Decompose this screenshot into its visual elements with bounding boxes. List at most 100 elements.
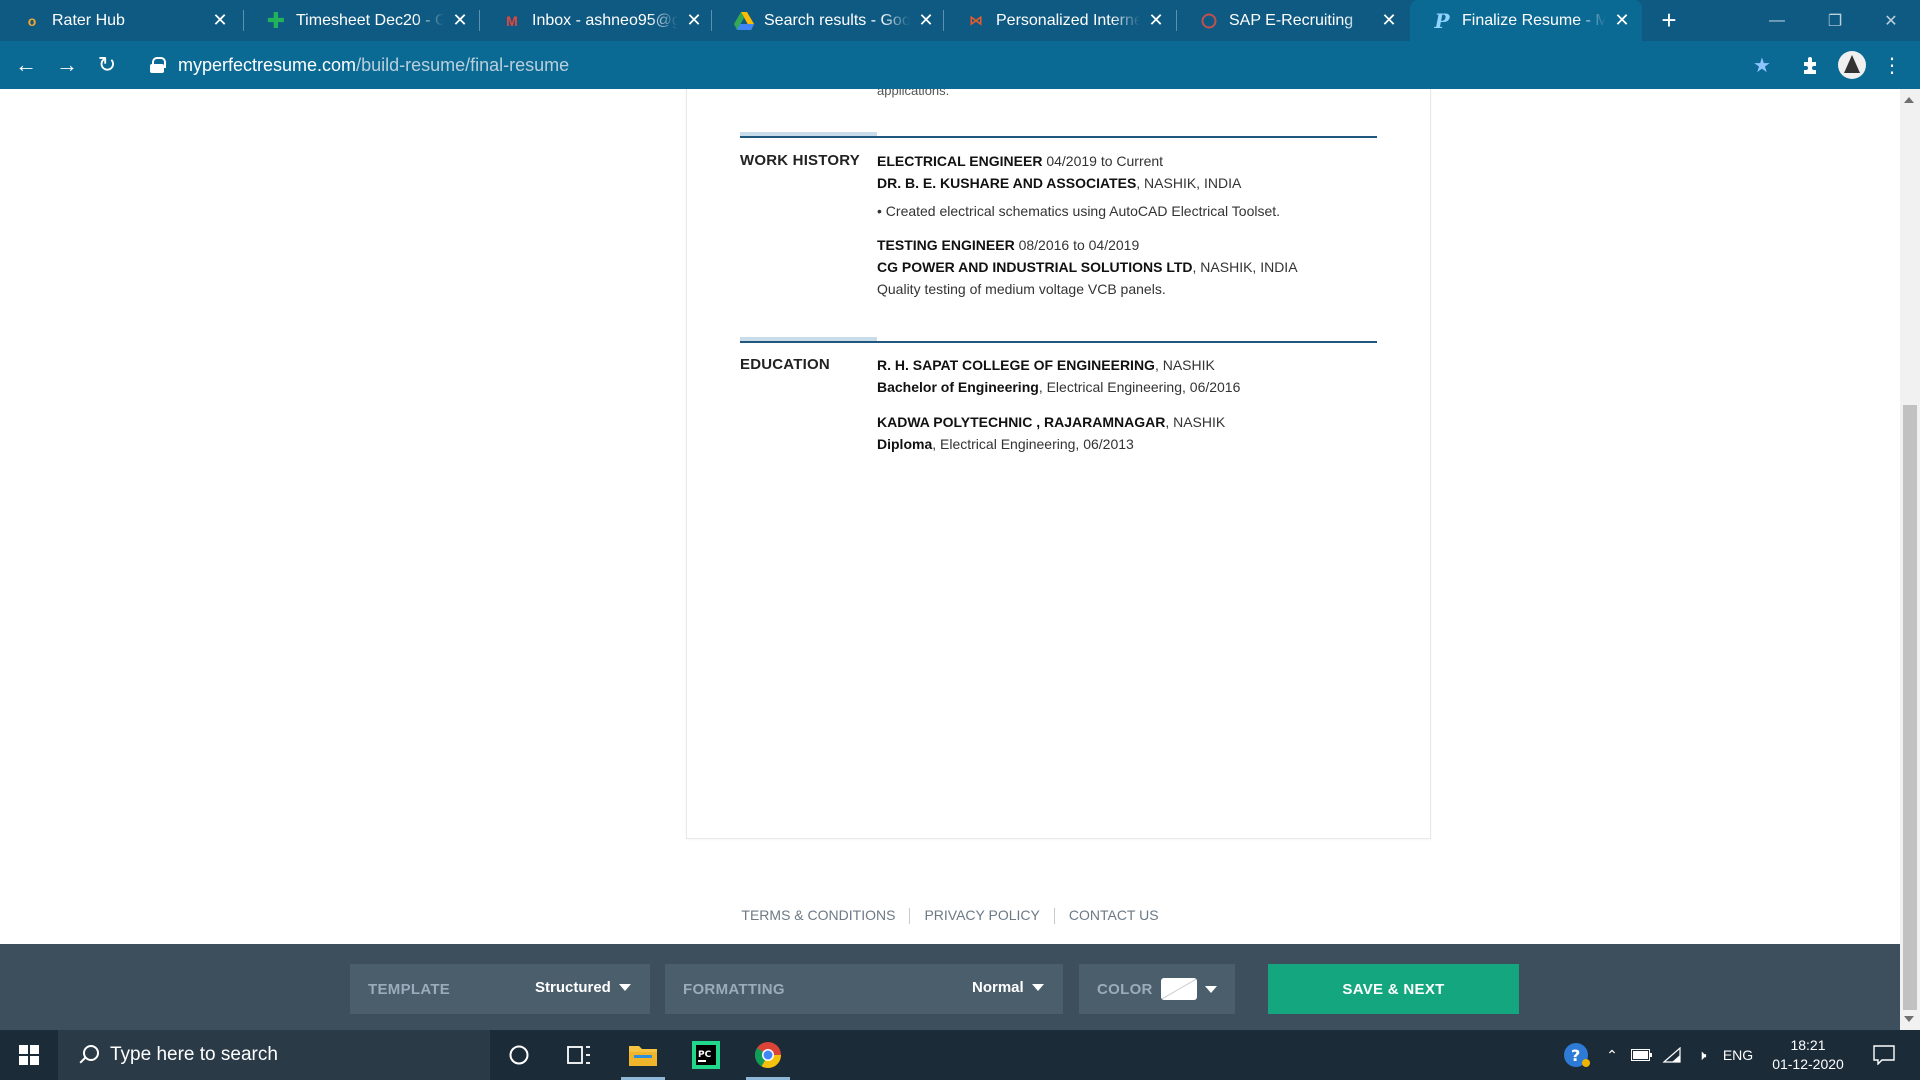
caret-down-icon bbox=[1205, 985, 1217, 993]
minimize-button[interactable]: — bbox=[1748, 0, 1806, 41]
job-detail: • Created electrical schematics using Au… bbox=[877, 203, 1281, 219]
scroll-thumb[interactable] bbox=[1903, 405, 1917, 1010]
google-sheets-icon: ✚ bbox=[266, 7, 286, 33]
job-title: TESTING ENGINEER bbox=[877, 237, 1015, 253]
scroll-down-icon[interactable] bbox=[1904, 1016, 1914, 1022]
school-location: , NASHIK bbox=[1154, 357, 1215, 373]
close-icon[interactable]: ✕ bbox=[450, 10, 470, 31]
contact-link[interactable]: CONTACT US bbox=[1055, 907, 1173, 924]
chrome-icon bbox=[754, 1042, 782, 1069]
svg-text:?: ? bbox=[1571, 1046, 1580, 1065]
close-icon[interactable]: ✕ bbox=[916, 10, 936, 31]
start-button[interactable] bbox=[0, 1030, 58, 1080]
pycharm-icon: PC bbox=[692, 1041, 720, 1069]
tab-search-results[interactable]: Search results - Google ✕ bbox=[712, 0, 946, 41]
school-location: , NASHIK bbox=[1165, 414, 1226, 430]
tab-inbox[interactable]: M Inbox - ashneo95@gm ✕ bbox=[480, 0, 714, 41]
color-selector[interactable]: COLOR bbox=[1079, 964, 1235, 1014]
windows-logo-icon bbox=[19, 1045, 39, 1065]
tab-timesheet[interactable]: ✚ Timesheet Dec20 - Goo ✕ bbox=[244, 0, 480, 41]
arrow-right-icon: → bbox=[56, 52, 78, 77]
job-detail: Quality testing of medium voltage VCB pa… bbox=[877, 281, 1166, 297]
cortana-circle-icon bbox=[509, 1045, 529, 1065]
close-icon[interactable]: ✕ bbox=[684, 10, 704, 31]
job-dates: 04/2019 to Current bbox=[1042, 153, 1164, 169]
color-swatch bbox=[1161, 978, 1197, 1000]
terms-link[interactable]: TERMS & CONDITIONS bbox=[727, 907, 909, 924]
tab-personalized-internet[interactable]: ⋈ Personalized Internet A ✕ bbox=[944, 0, 1176, 41]
school-name: KADWA POLYTECHNIC , RAJARAMNAGAR bbox=[877, 414, 1166, 430]
new-tab-button[interactable]: + bbox=[1656, 7, 1682, 34]
tab-sap-e-recruiting[interactable]: SAP E-Recruiting ✕ bbox=[1177, 0, 1409, 41]
save-next-button[interactable]: SAVE & NEXT bbox=[1268, 964, 1519, 1014]
taskbar-search[interactable]: Type here to search bbox=[58, 1030, 490, 1080]
chrome-app[interactable] bbox=[742, 1030, 794, 1080]
tab-title: Finalize Resume - My P bbox=[1462, 11, 1606, 29]
formatting-selector[interactable]: FORMATTING Normal bbox=[665, 964, 1063, 1014]
language-indicator[interactable]: ENG bbox=[1718, 1030, 1758, 1080]
job-location: , NASHIK, INDIA bbox=[1136, 175, 1242, 191]
browser-toolbar: ← → ↻ myperfectresume.com /build-resume/… bbox=[0, 41, 1920, 89]
system-clock[interactable]: 18:21 01-12-2020 bbox=[1758, 1036, 1858, 1074]
template-selector[interactable]: TEMPLATE Structured bbox=[350, 964, 650, 1014]
footer-links: TERMS & CONDITIONS PRIVACY POLICY CONTAC… bbox=[0, 907, 1900, 924]
resume-editor-bar: TEMPLATE Structured FORMATTING Normal CO… bbox=[0, 944, 1900, 1030]
back-button[interactable]: ← bbox=[12, 51, 40, 79]
reload-button[interactable]: ↻ bbox=[93, 51, 121, 79]
tab-title: Search results - Google bbox=[764, 11, 910, 29]
notifications-icon[interactable] bbox=[1864, 1030, 1904, 1080]
education-heading: EDUCATION bbox=[740, 356, 830, 373]
work-history-heading: WORK HISTORY bbox=[740, 152, 860, 169]
tab-title: SAP E-Recruiting bbox=[1229, 11, 1354, 29]
myperfectresume-icon: P bbox=[1434, 8, 1450, 33]
caret-down-icon bbox=[618, 984, 631, 991]
file-explorer-app[interactable] bbox=[617, 1030, 669, 1080]
restore-button[interactable]: ❐ bbox=[1806, 0, 1864, 41]
job-company-line: CG POWER AND INDUSTRIAL SOLUTIONS LTD, N… bbox=[877, 259, 1298, 275]
resume-preview bbox=[686, 89, 1431, 839]
bookmark-star-icon[interactable]: ★ bbox=[1748, 51, 1776, 79]
menu-kebab-icon[interactable]: ⋮ bbox=[1878, 51, 1906, 79]
close-icon[interactable]: ✕ bbox=[1612, 10, 1632, 31]
help-tray-icon[interactable]: ? bbox=[1560, 1030, 1594, 1080]
degree-line: Diploma, Electrical Engineering, 06/2013 bbox=[877, 436, 1134, 452]
extensions-icon[interactable] bbox=[1797, 51, 1825, 79]
section-divider bbox=[740, 337, 1377, 343]
close-icon[interactable]: ✕ bbox=[210, 10, 230, 31]
forward-button[interactable]: → bbox=[53, 51, 81, 79]
close-icon[interactable]: ✕ bbox=[1146, 10, 1166, 31]
wifi-icon[interactable] bbox=[1658, 1030, 1686, 1080]
sap-icon bbox=[1199, 11, 1219, 31]
section-divider bbox=[740, 132, 1377, 138]
job-company: CG POWER AND INDUSTRIAL SOLUTIONS LTD bbox=[877, 259, 1193, 275]
clock-time: 18:21 bbox=[1790, 1037, 1826, 1053]
pycharm-app[interactable]: PC bbox=[680, 1030, 732, 1080]
personalized-internet-icon: ⋈ bbox=[969, 12, 983, 28]
tab-title: Personalized Internet A bbox=[996, 11, 1140, 29]
tab-finalize-resume[interactable]: P Finalize Resume - My P ✕ bbox=[1410, 0, 1642, 41]
google-drive-icon bbox=[734, 11, 754, 31]
rater-hub-icon: o bbox=[27, 12, 37, 29]
task-view-button[interactable] bbox=[553, 1030, 605, 1080]
close-icon[interactable]: ✕ bbox=[1379, 10, 1399, 31]
job-title: ELECTRICAL ENGINEER bbox=[877, 153, 1043, 169]
tab-rater-hub[interactable]: o Rater Hub ✕ bbox=[0, 0, 240, 41]
profile-avatar[interactable] bbox=[1838, 51, 1866, 79]
volume-muted-icon[interactable]: 🕨 bbox=[1688, 1030, 1716, 1080]
job-company: DR. B. E. KUSHARE AND ASSOCIATES bbox=[877, 175, 1137, 191]
job-location: , NASHIK, INDIA bbox=[1192, 259, 1298, 275]
job-title-line: TESTING ENGINEER 08/2016 to 04/2019 bbox=[877, 237, 1139, 253]
close-window-button[interactable]: ✕ bbox=[1862, 0, 1920, 41]
degree-field: , Electrical Engineering, 06/2016 bbox=[1038, 379, 1241, 395]
battery-icon[interactable] bbox=[1628, 1030, 1656, 1080]
color-label: COLOR bbox=[1097, 980, 1153, 998]
scroll-up-icon[interactable] bbox=[1904, 97, 1914, 103]
job-title-line: ELECTRICAL ENGINEER 04/2019 to Current bbox=[877, 153, 1163, 169]
chevron-up-icon[interactable]: ⌃ bbox=[1600, 1030, 1624, 1080]
privacy-link[interactable]: PRIVACY POLICY bbox=[910, 907, 1053, 924]
address-bar[interactable]: myperfectresume.com /build-resume/final-… bbox=[140, 47, 1760, 83]
page-scrollbar[interactable] bbox=[1900, 89, 1920, 1030]
lock-icon bbox=[150, 57, 166, 73]
resume-cut-text: applications. bbox=[877, 89, 950, 98]
cortana-button[interactable] bbox=[493, 1030, 545, 1080]
